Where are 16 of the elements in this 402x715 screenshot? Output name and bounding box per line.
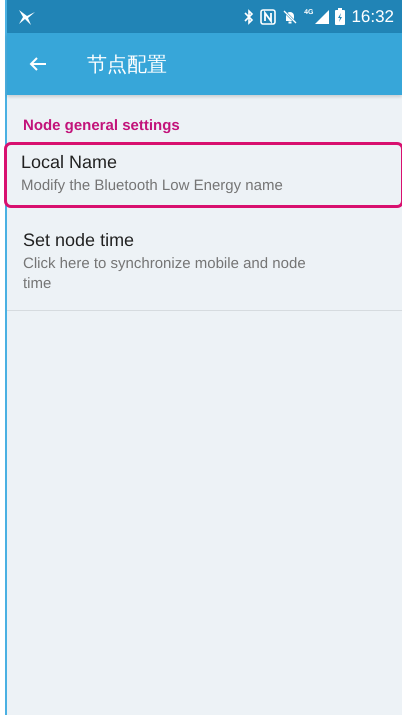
settings-item[interactable]: Set node time Click here to synchronize mobile and node time <box>7 208 402 311</box>
status-time: 16:32 <box>351 6 394 26</box>
app-logo-icon <box>17 8 37 26</box>
section-header: Node general settings <box>22 116 181 136</box>
bluetooth-icon <box>244 8 254 24</box>
screen-title: 节点配置 <box>87 52 167 78</box>
setting-summary: Modify the Bluetooth Low Energy name <box>21 176 284 196</box>
signal-icon <box>315 10 330 24</box>
nfc-icon <box>260 8 276 24</box>
setting-title: Set node time <box>23 230 136 251</box>
back-arrow-icon[interactable] <box>29 56 47 72</box>
setting-title: Local Name <box>21 152 118 173</box>
muted-bell-icon <box>282 8 298 24</box>
settings-item[interactable]: Local Name Modify the Bluetooth Low Energy name <box>4 142 402 208</box>
battery-charging-icon <box>335 8 346 25</box>
setting-summary: Click here to synchronize mobile and node time <box>23 254 307 294</box>
